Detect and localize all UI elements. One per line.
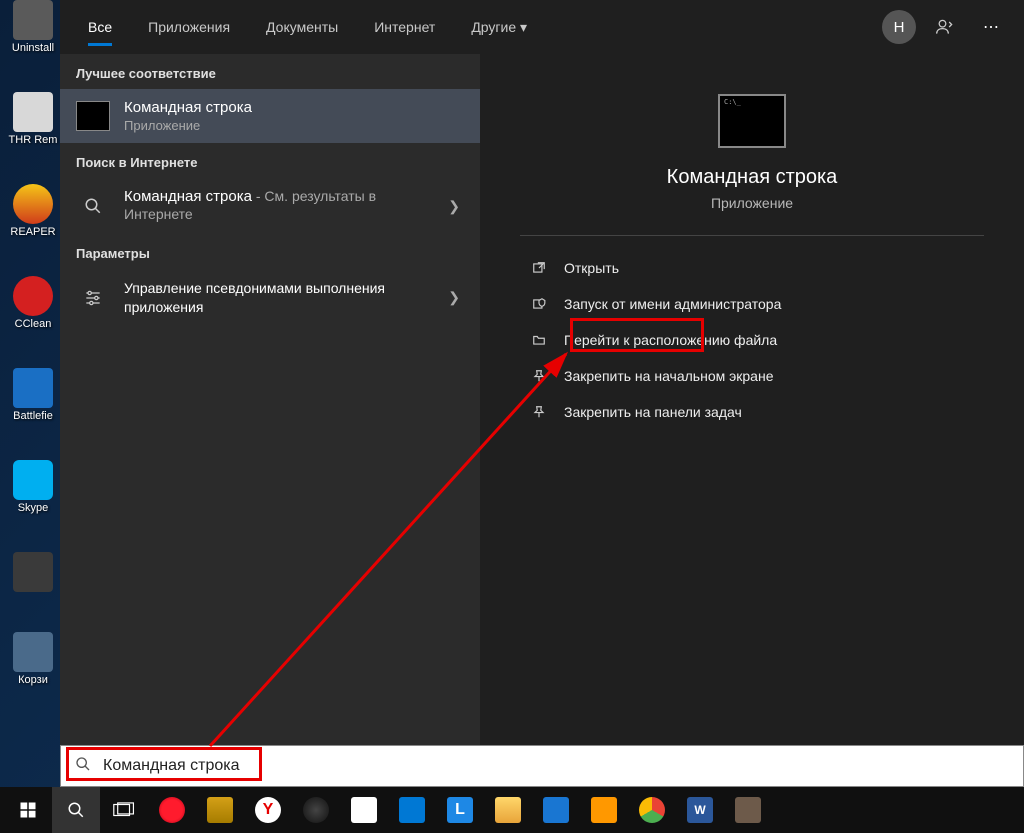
chevron-right-icon: ❯ [444,289,464,306]
result-title: Командная строка [124,99,464,116]
settings-header: Параметры [60,234,480,269]
taskbar-mail[interactable] [388,787,436,833]
taskbar-app4[interactable]: L [436,787,484,833]
preview-column: Командная строка Приложение Открыть Запу… [480,54,1024,785]
taskbar-app3[interactable] [340,787,388,833]
desktop-icon-uninstall[interactable]: Uninstall [8,0,58,54]
taskbar-word[interactable]: W [676,787,724,833]
result-cmd[interactable]: Командная строка Приложение [60,89,480,143]
tab-all[interactable]: Все [70,0,130,54]
web-search-header: Поиск в Интернете [60,143,480,178]
desktop-icon-ccleaner[interactable]: CClean [8,276,58,330]
best-match-header: Лучшее соответствие [60,54,480,89]
panel-body: Лучшее соответствие Командная строка При… [60,54,1024,785]
tab-apps[interactable]: Приложения [130,0,248,54]
action-open-location[interactable]: Перейти к расположению файла [520,322,984,358]
action-pin-start[interactable]: Закрепить на начальном экране [520,358,984,394]
desktop-icons-column: Uninstall THR Rem REAPER CClean Battlefi… [8,0,58,686]
cmd-icon [76,101,110,131]
preview-actions: Открыть Запуск от имени администратора П… [520,250,984,430]
open-icon [528,261,550,275]
search-box[interactable] [60,745,1024,787]
pin-start-icon [528,369,550,383]
taskbar-explorer[interactable] [484,787,532,833]
tab-internet[interactable]: Интернет [356,0,453,54]
pin-taskbar-icon [528,405,550,419]
taskbar-app1[interactable] [196,787,244,833]
taskbar-app6[interactable] [724,787,772,833]
taskbar-search[interactable] [52,787,100,833]
desktop-icon-recyclebin[interactable]: Корзи [8,632,58,686]
user-avatar[interactable]: Н [880,8,918,46]
desktop-icon-blank[interactable] [8,552,58,594]
results-column: Лучшее соответствие Командная строка При… [60,54,480,785]
result-alias-settings[interactable]: Управление псевдонимами выполнения прило… [60,269,480,327]
settings-icon [76,283,110,313]
search-tabs: Все Приложения Документы Интернет Другие… [60,0,1024,54]
search-icon [75,756,91,777]
desktop-icon-reaper[interactable]: REAPER [8,184,58,238]
taskbar-app5[interactable] [532,787,580,833]
taskbar-sublime[interactable] [580,787,628,833]
taskbar-opera[interactable] [148,787,196,833]
taskbar-chrome[interactable] [628,787,676,833]
desktop-icon-battlefield[interactable]: Battlefie [8,368,58,422]
preview-title: Командная строка [667,166,838,189]
search-panel: Все Приложения Документы Интернет Другие… [60,0,1024,785]
search-input[interactable] [103,757,1009,775]
folder-icon [528,333,550,347]
chevron-right-icon: ❯ [444,198,464,215]
tab-documents[interactable]: Документы [248,0,356,54]
preview-app-icon [718,94,786,148]
more-options-icon[interactable]: ⋯ [972,8,1010,46]
search-icon [76,191,110,221]
taskbar-app2[interactable] [292,787,340,833]
preview-subtitle: Приложение [711,195,793,211]
start-button[interactable] [4,787,52,833]
feedback-icon[interactable] [926,8,964,46]
action-open[interactable]: Открыть [520,250,984,286]
action-pin-taskbar[interactable]: Закрепить на панели задач [520,394,984,430]
action-run-admin[interactable]: Запуск от имени администратора [520,286,984,322]
taskbar-taskview[interactable] [100,787,148,833]
desktop-icon-skype[interactable]: Skype [8,460,58,514]
taskbar: Y L W [0,787,1024,833]
result-subtitle: Приложение [124,118,464,133]
shield-icon [528,297,550,311]
result-web[interactable]: Командная строка - См. результаты в Инте… [60,178,480,234]
tab-more[interactable]: Другие ▾ [453,0,545,54]
taskbar-yandex[interactable]: Y [244,787,292,833]
desktop-icon-thr[interactable]: THR Rem [8,92,58,146]
divider [520,235,984,236]
